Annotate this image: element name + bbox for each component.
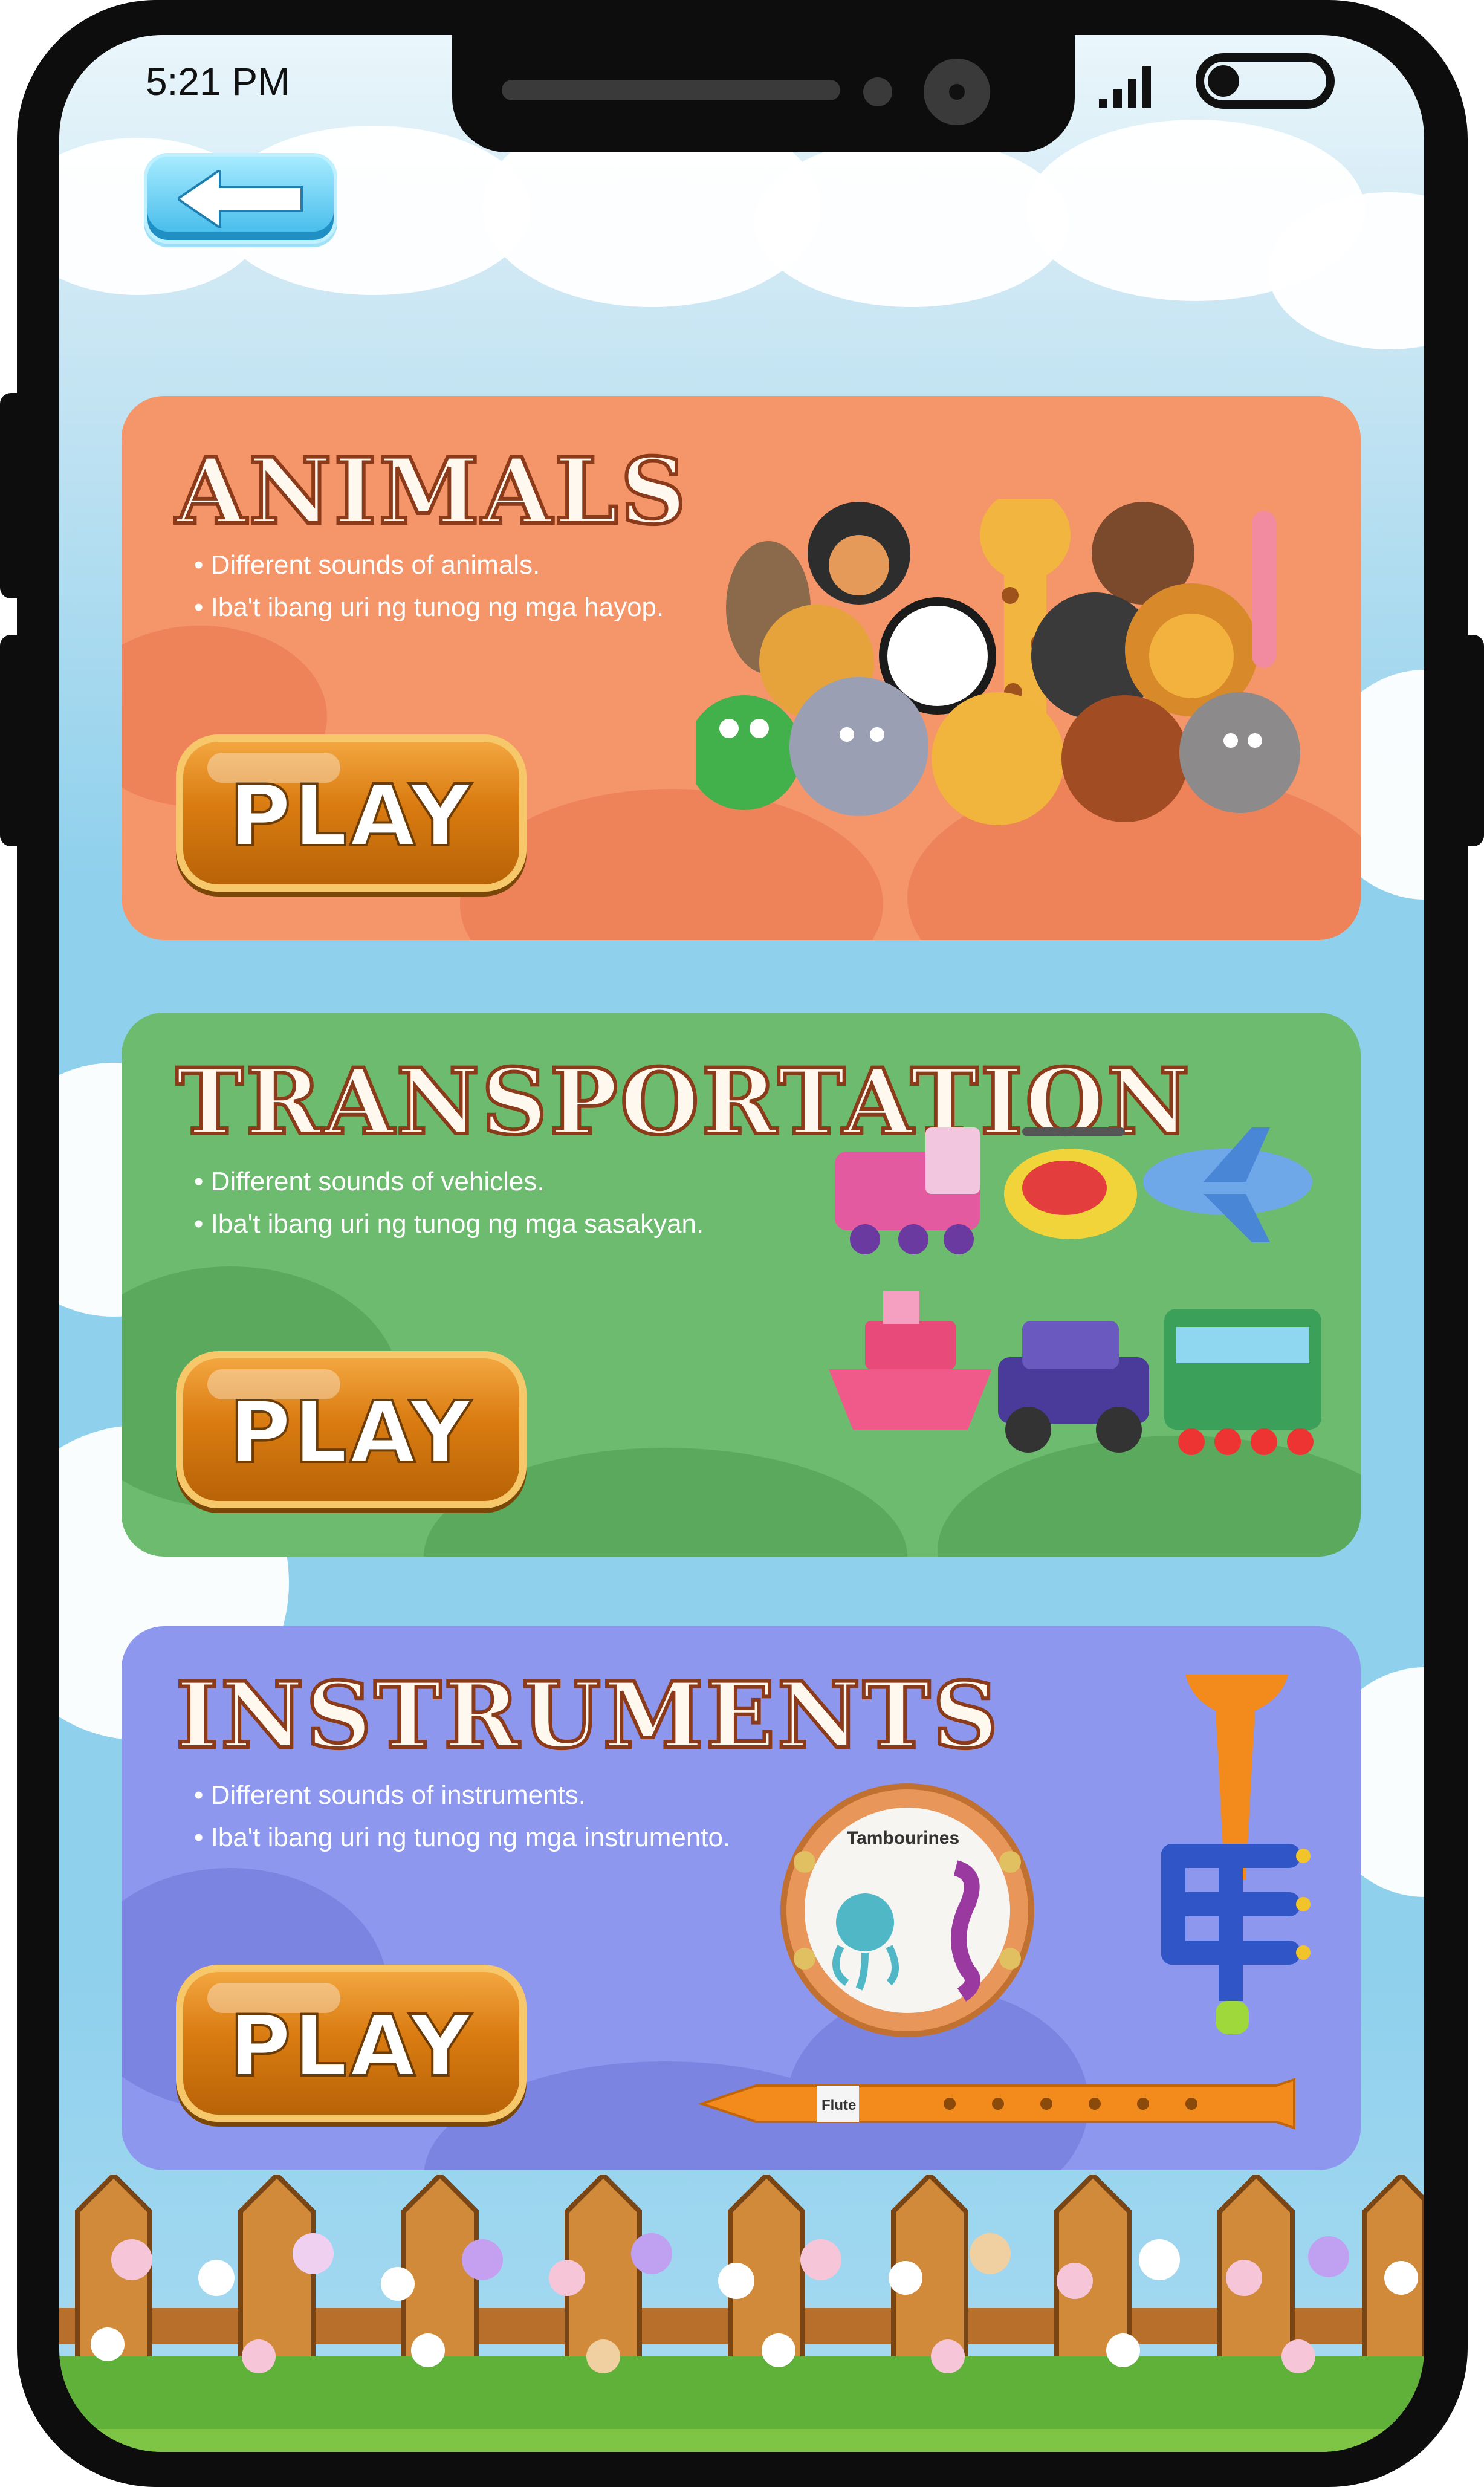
play-button-transportation[interactable]: PLAY — [176, 1351, 527, 1508]
category-card-animals: ANIMALS Different sounds of animals. Iba… — [122, 396, 1361, 940]
sensor-dot — [863, 77, 892, 106]
description-filipino: Iba't ibang uri ng tunog ng mga hayop. — [194, 586, 664, 629]
signal-icon — [1099, 59, 1159, 108]
front-camera — [924, 59, 990, 125]
cloud — [754, 138, 1069, 307]
card-description: Different sounds of animals. Iba't ibang… — [194, 544, 664, 629]
description-filipino: Iba't ibang uri ng tunog ng mga instrume… — [194, 1817, 731, 1859]
trumpet-illustration — [1161, 1675, 1311, 2034]
animals-illustration — [696, 499, 1300, 825]
category-card-instruments: INSTRUMENTS Different sounds of instrume… — [122, 1626, 1361, 2170]
play-label: PLAY — [228, 1996, 474, 2097]
arrow-left-icon — [178, 170, 303, 228]
category-card-transportation: TRANSPORTATION Different sounds of vehic… — [122, 1013, 1361, 1557]
battery-icon — [1196, 53, 1335, 109]
card-title: ANIMALS — [174, 436, 689, 546]
description-english: Different sounds of vehicles. — [194, 1161, 704, 1203]
flute-illustration: Flute — [698, 2078, 1295, 2130]
tambourine-illustration: Tambourines — [780, 1783, 1034, 2037]
back-button[interactable] — [144, 153, 337, 244]
description-english: Different sounds of instruments. — [194, 1774, 730, 1817]
card-description: Different sounds of instruments. Iba't i… — [194, 1774, 731, 1859]
flute-label: Flute — [821, 2097, 856, 2113]
phone-side-button — [0, 393, 28, 598]
description-filipino: Iba't ibang uri ng tunog ng mga sasakyan… — [194, 1203, 704, 1245]
tambourine-label: Tambourines — [847, 1828, 959, 1848]
phone-side-button — [0, 635, 28, 846]
card-title: INSTRUMENTS — [174, 1661, 1001, 1771]
garden-fence — [59, 2175, 1424, 2452]
speaker-grille — [502, 80, 840, 100]
play-button-animals[interactable]: PLAY — [176, 734, 527, 892]
phone-side-button — [1456, 635, 1484, 846]
vehicles-illustration — [829, 1127, 1321, 1455]
play-label: PLAY — [228, 1383, 474, 1483]
phone-notch — [452, 35, 1075, 152]
card-description: Different sounds of vehicles. Iba't iban… — [194, 1161, 704, 1245]
description-english: Different sounds of animals. — [194, 544, 664, 586]
play-label: PLAY — [228, 766, 474, 867]
play-button-instruments[interactable]: PLAY — [176, 1965, 527, 2122]
app-screen: 5:21 PM ANIMALS Different sounds of anim… — [59, 35, 1424, 2452]
status-time: 5:21 PM — [146, 60, 290, 103]
